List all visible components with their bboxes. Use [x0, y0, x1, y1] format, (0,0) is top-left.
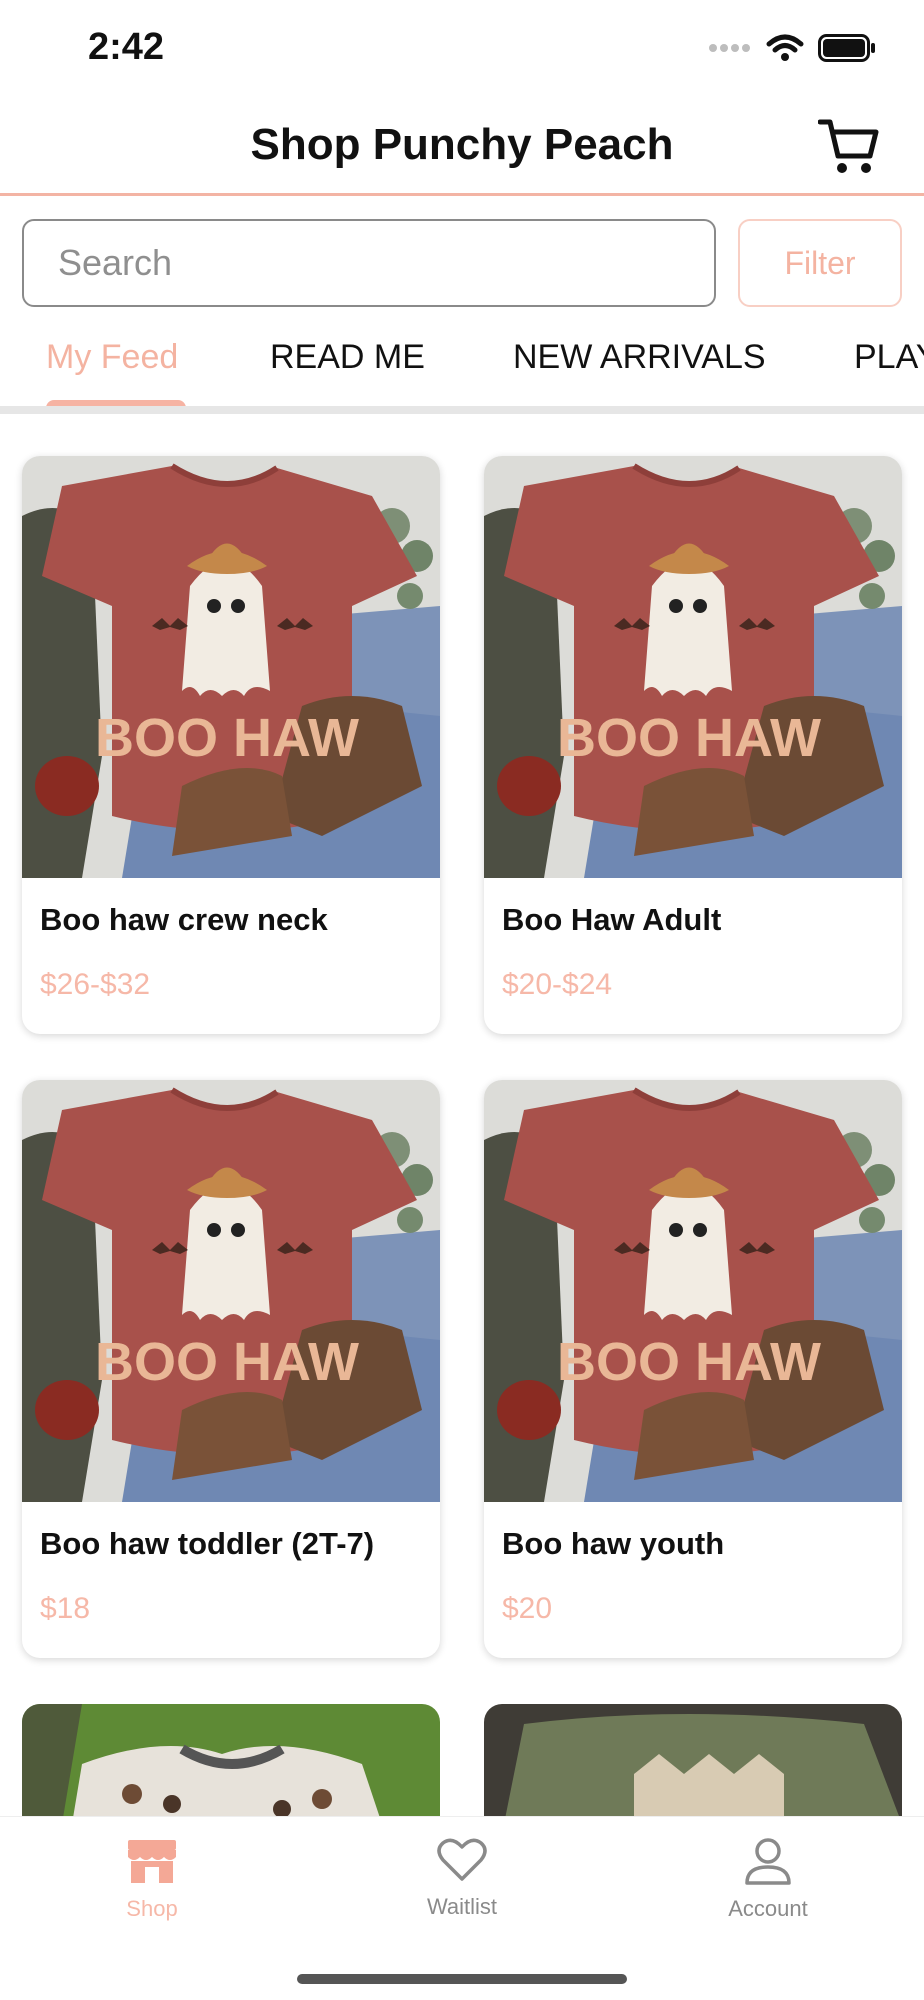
svg-text:BOO HAW: BOO HAW	[557, 1332, 821, 1392]
product-card-partial[interactable]	[484, 1704, 902, 1824]
svg-text:BOO HAW: BOO HAW	[557, 708, 821, 768]
svg-text:BOO HAW: BOO HAW	[95, 708, 359, 768]
tab-read-me[interactable]: READ ME	[270, 338, 425, 377]
battery-icon	[818, 34, 876, 67]
product-title: Boo haw toddler (2T-7)	[40, 1526, 375, 1561]
nav-account-label: Account	[728, 1896, 808, 1921]
product-title: Boo haw crew neck	[40, 902, 328, 937]
filter-button[interactable]: Filter	[738, 219, 902, 307]
product-title: Boo haw youth	[502, 1526, 725, 1561]
signal-icon	[708, 41, 752, 60]
product-image: BOO HAW	[484, 456, 902, 878]
active-tab-indicator	[46, 400, 186, 406]
status-bar: 2:42	[0, 0, 924, 100]
nav-shop-label: Shop	[126, 1896, 178, 1921]
page-title: Shop Punchy Peach	[250, 120, 674, 169]
product-card[interactable]: BOO HAW Boo Haw Adult $20-$24	[484, 456, 902, 1034]
product-card-partial[interactable]	[22, 1704, 440, 1824]
product-card[interactable]: BOO HAW Boo haw youth $20	[484, 1080, 902, 1658]
product-price: $20	[502, 1592, 553, 1625]
nav-waitlist[interactable]: Waitlist	[372, 1837, 552, 1920]
user-icon	[743, 1838, 793, 1889]
product-price: $26-$32	[40, 968, 151, 1001]
product-image: BOO HAW	[22, 456, 440, 878]
nav-shop[interactable]: Shop	[62, 1837, 242, 1922]
app-header: Shop Punchy Peach	[0, 100, 924, 196]
nav-account[interactable]: Account	[678, 1837, 858, 1922]
product-card[interactable]: BOO HAW Boo haw crew neck $26-$32	[22, 456, 440, 1034]
search-input[interactable]	[22, 219, 716, 307]
bottom-nav: Shop Waitlist Account	[0, 1816, 924, 2000]
wifi-icon	[766, 34, 804, 67]
home-indicator	[297, 1974, 627, 1984]
status-icons	[708, 34, 876, 67]
status-time: 2:42	[88, 26, 165, 68]
store-icon	[125, 1840, 179, 1889]
svg-text:BOO HAW: BOO HAW	[95, 1332, 359, 1392]
cart-icon	[817, 119, 880, 180]
product-title: Boo Haw Adult	[502, 902, 722, 937]
cart-button[interactable]	[817, 116, 880, 176]
heart-icon	[437, 1838, 487, 1887]
product-image	[22, 1704, 440, 1824]
product-price: $20-$24	[502, 968, 613, 1001]
tab-my-feed[interactable]: My Feed	[46, 338, 178, 377]
category-tabs: My Feed READ ME NEW ARRIVALS PLAY	[0, 322, 924, 414]
nav-waitlist-label: Waitlist	[426, 1894, 498, 1919]
product-price: $18	[40, 1592, 91, 1625]
product-image	[484, 1704, 902, 1824]
tab-play[interactable]: PLAY	[854, 338, 924, 377]
product-image: BOO HAW	[484, 1080, 902, 1502]
tab-new-arrivals[interactable]: NEW ARRIVALS	[513, 338, 766, 377]
product-card[interactable]: BOO HAW Boo haw toddler (2T-7) $18	[22, 1080, 440, 1658]
product-image: BOO HAW	[22, 1080, 440, 1502]
